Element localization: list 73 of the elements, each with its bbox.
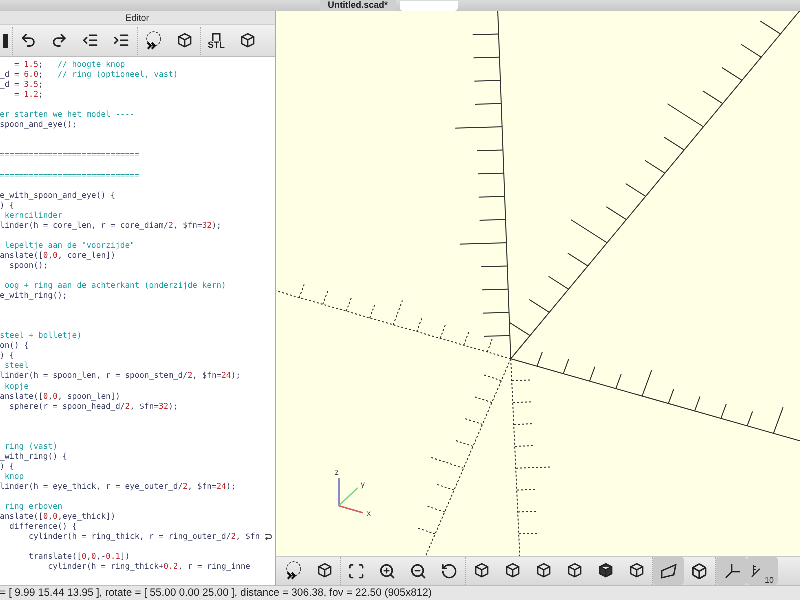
cube-icon bbox=[316, 562, 334, 580]
unindent-icon bbox=[82, 32, 99, 49]
reset-icon bbox=[441, 562, 458, 580]
code-line: spoon(); bbox=[8, 260, 48, 271]
redo-icon bbox=[51, 32, 68, 49]
code-line: er starten we het model ---- bbox=[0, 110, 135, 120]
preview-icon bbox=[284, 561, 304, 581]
zoom-out-icon bbox=[410, 562, 427, 580]
code-line: linder(h = spoon_len, r = spoon_stem_d/2, $fn=24); bbox=[0, 371, 241, 382]
code-line: spoon_and_eye(); bbox=[0, 120, 78, 130]
axis-label: z bbox=[335, 468, 339, 477]
perspective-icon bbox=[660, 562, 678, 580]
wireframe-cube-icon bbox=[691, 562, 708, 580]
code-line: ============================= bbox=[0, 150, 140, 160]
code-line: anslate([0,0, spoon_len]) bbox=[0, 392, 120, 402]
code-line: steel + bolletje) bbox=[0, 331, 82, 342]
code-line: linder(h = eye_thick, r = eye_outer_d/2, $fn=24); bbox=[0, 482, 236, 492]
code-line: knop bbox=[4, 472, 24, 482]
code-line: e_with_ring(); bbox=[0, 291, 68, 302]
zoom-in-icon bbox=[379, 562, 396, 580]
code-line: ring erboven bbox=[4, 502, 63, 512]
code-line: linder(h = core_len, r = core_diam/2, $fn=32); bbox=[0, 220, 222, 231]
status-text: = [ 9.99 15.44 13.95 ], rotate = [ 55.00 0.00 25.00 ], distance = 306.38, fov = 22.50 (905x812) bbox=[0, 587, 432, 599]
code-line: ) { bbox=[0, 462, 14, 472]
code-line: difference() { bbox=[8, 522, 78, 532]
cube-icon bbox=[628, 562, 646, 580]
export-icon bbox=[210, 32, 222, 40]
cube-icon bbox=[238, 32, 256, 50]
code-line: ) { bbox=[0, 200, 14, 211]
export-button[interactable]: STL bbox=[201, 26, 232, 56]
code-line: anslate([0,0, core_len]) bbox=[0, 250, 116, 261]
code-line: _d = 3.5; bbox=[0, 80, 44, 90]
code-line: = 1.2; bbox=[13, 90, 44, 100]
scale-label: 10 bbox=[765, 576, 774, 585]
code-line: oog + ring aan de achterkant (onderzijde kern) bbox=[4, 281, 226, 292]
code-line: kerncilinder bbox=[4, 210, 63, 221]
document-tab[interactable]: Untitled.scad* bbox=[320, 0, 396, 11]
code-line: sphere(r = spoon_head_d/2, $fn=32); bbox=[8, 402, 178, 412]
code-line: ============================= bbox=[0, 170, 140, 181]
cube-icon bbox=[534, 562, 552, 580]
code-line: steel bbox=[4, 361, 29, 372]
cube-icon bbox=[472, 562, 490, 580]
undo-icon bbox=[20, 32, 37, 49]
code-line: ring (vast) bbox=[4, 442, 58, 452]
code-line: anslate([0,0,eye_thick]) bbox=[0, 512, 116, 522]
code-line: kopje bbox=[4, 382, 29, 392]
axis-label: x bbox=[367, 509, 371, 518]
code-line: lepeltje aan de "voorzijde" bbox=[4, 240, 135, 251]
code-line: on() { bbox=[0, 341, 29, 352]
code-line: translate([0,0,-0.1]) bbox=[28, 552, 130, 562]
preview-icon bbox=[144, 30, 164, 50]
3d-viewport[interactable]: z y x bbox=[276, 11, 800, 556]
panel-title: Editor bbox=[0, 11, 275, 25]
gizmo-x-axis bbox=[338, 505, 364, 514]
gizmo-y-axis bbox=[338, 487, 359, 507]
code-line: _d = 6.0; // ring (optioneel, vast) bbox=[0, 70, 178, 80]
code-line: _with_ring() { bbox=[0, 452, 68, 462]
cube-icon bbox=[504, 562, 522, 580]
gizmo-z-axis bbox=[338, 478, 340, 506]
code-line: e_with_spoon_and_eye() { bbox=[0, 190, 116, 201]
code-line: cylinder(h = ring_thick, r = ring_outer_d/2, $fn bbox=[28, 532, 260, 542]
show-axes-button[interactable] bbox=[716, 557, 747, 585]
code-line: = 1.5; // hoogte knop bbox=[13, 60, 126, 70]
perspective-button[interactable] bbox=[653, 557, 684, 585]
scale-markers-button[interactable]: 10 bbox=[747, 557, 778, 585]
code-line: ) { bbox=[0, 351, 14, 362]
cube-icon bbox=[596, 562, 614, 580]
view-all-icon bbox=[348, 562, 365, 580]
cube-icon bbox=[566, 562, 584, 580]
axis-label: y bbox=[361, 480, 365, 489]
code-line: cylinder(h = ring_thick+0.2, r = ring_inne bbox=[47, 562, 250, 572]
cube-icon bbox=[176, 32, 194, 50]
indent-icon bbox=[113, 32, 130, 49]
